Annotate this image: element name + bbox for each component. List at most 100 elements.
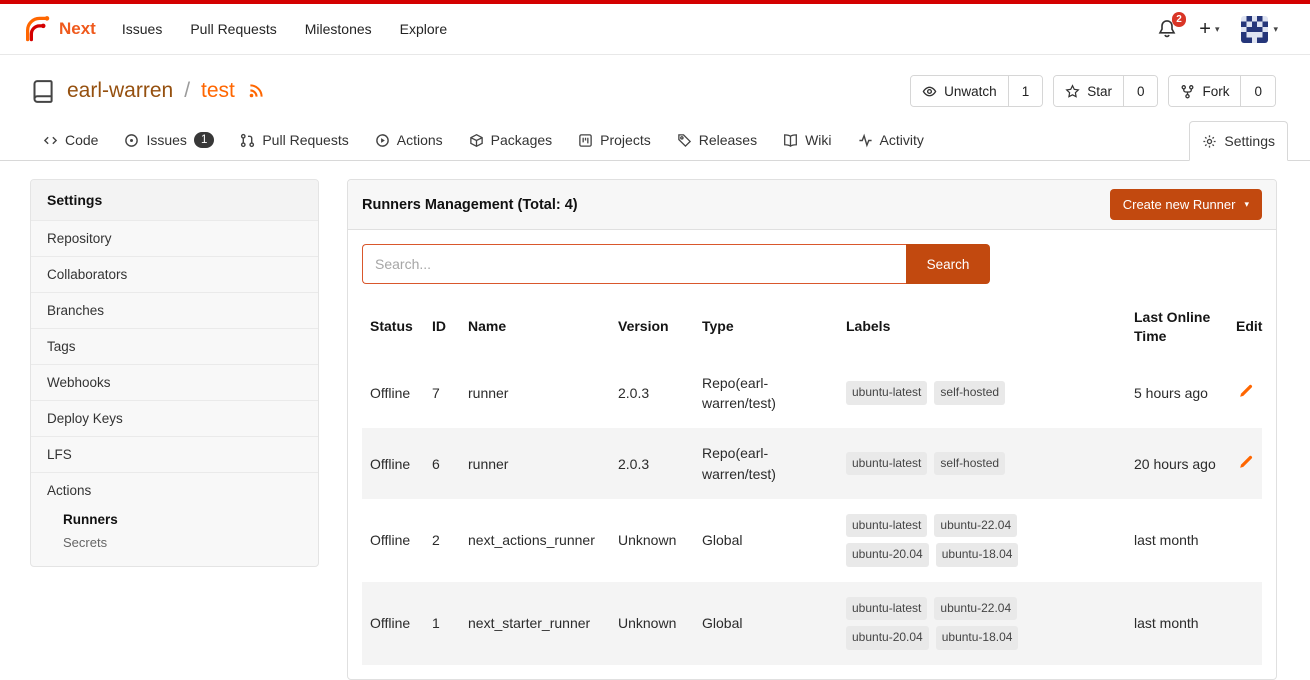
runner-label-chip: ubuntu-20.04	[846, 543, 929, 566]
repo-action-buttons: Unwatch 1 Star 0	[910, 75, 1276, 107]
sidebar-item-webhooks[interactable]: Webhooks	[31, 364, 318, 400]
runner-label-chip: ubuntu-20.04	[846, 626, 929, 649]
tab-settings[interactable]: Settings	[1189, 121, 1288, 161]
unwatch-button[interactable]: Unwatch	[911, 76, 1008, 106]
runner-label-chip: self-hosted	[934, 452, 1005, 475]
labels-cell: ubuntu-latestubuntu-22.04ubuntu-20.04ubu…	[838, 499, 1126, 582]
chevron-down-icon: ▾	[1244, 199, 1249, 210]
user-menu[interactable]: ▾	[1241, 16, 1278, 43]
tab-packages[interactable]: Packages	[456, 122, 565, 160]
repo-title: earl-warren / test	[30, 78, 265, 105]
star-button[interactable]: Star	[1054, 76, 1123, 106]
tab-wiki[interactable]: Wiki	[770, 122, 844, 160]
home-link[interactable]: Next	[22, 14, 96, 44]
col-labels: Labels	[838, 296, 1126, 358]
tab-code[interactable]: Code	[30, 122, 111, 160]
tab-issues[interactable]: Issues 1	[111, 122, 227, 160]
tab-projects[interactable]: Projects	[565, 122, 664, 160]
tab-activity[interactable]: Activity	[845, 122, 937, 160]
sidebar-item-deploy-keys[interactable]: Deploy Keys	[31, 400, 318, 436]
name-cell: runner	[460, 358, 610, 429]
create-new-dropdown[interactable]: + ▾	[1199, 19, 1219, 39]
star-icon	[1065, 84, 1080, 99]
notifications-button[interactable]: 2	[1157, 19, 1177, 39]
last-online-cell: last month	[1126, 582, 1228, 665]
search-button[interactable]: Search	[906, 244, 990, 284]
nav-item-issues[interactable]: Issues	[108, 4, 176, 55]
runner-row: Offline7runner2.0.3Repo(earl-warren/test…	[362, 358, 1262, 429]
runner-row: Offline1next_starter_runnerUnknownGlobal…	[362, 582, 1262, 665]
tab-pull-requests-label: Pull Requests	[262, 132, 348, 148]
search-input[interactable]	[362, 244, 906, 284]
nav-item-explore[interactable]: Explore	[386, 4, 461, 55]
sidebar-item-collaborators[interactable]: Collaborators	[31, 256, 318, 292]
edit-runner-button[interactable]	[1236, 453, 1255, 472]
gear-icon	[1202, 134, 1217, 149]
nav-item-milestones[interactable]: Milestones	[291, 4, 386, 55]
sidebar-subitem-secrets[interactable]: Secrets	[31, 531, 318, 554]
rss-feed-icon[interactable]	[247, 82, 265, 100]
sidebar-item-lfs[interactable]: LFS	[31, 436, 318, 472]
user-avatar	[1241, 16, 1268, 43]
tab-releases-label: Releases	[699, 132, 757, 148]
runners-panel-header: Runners Management (Total: 4) Create new…	[348, 180, 1276, 230]
chevron-down-icon: ▾	[1273, 24, 1278, 35]
tab-actions-label: Actions	[397, 132, 443, 148]
create-runner-label: Create new Runner	[1123, 197, 1236, 212]
panel-title: Runners Management (Total: 4)	[362, 197, 578, 213]
sidebar-item-tags[interactable]: Tags	[31, 328, 318, 364]
repo-tabs: Code Issues 1 Pull Requests Actions Pack…	[0, 121, 1310, 161]
brand-name: Next	[59, 19, 96, 39]
navbar: Next Issues Pull Requests Milestones Exp…	[0, 4, 1310, 55]
col-id: ID	[424, 296, 460, 358]
type-cell: Repo(earl-warren/test)	[694, 358, 838, 429]
pulse-icon	[858, 133, 873, 148]
runner-label-chip: ubuntu-22.04	[934, 514, 1017, 537]
create-runner-button[interactable]: Create new Runner ▾	[1110, 189, 1262, 220]
col-last-online: Last Online Time	[1126, 296, 1228, 358]
sidebar-item-branches[interactable]: Branches	[31, 292, 318, 328]
edit-cell	[1228, 358, 1262, 429]
version-cell: 2.0.3	[610, 358, 694, 429]
sidebar-subitem-runners[interactable]: Runners	[31, 508, 318, 531]
tab-pull-requests[interactable]: Pull Requests	[227, 122, 361, 160]
tab-code-label: Code	[65, 132, 98, 148]
runners-table: Status ID Name Version Type Labels Last …	[362, 296, 1262, 665]
last-online-cell: 20 hours ago	[1126, 428, 1228, 499]
package-icon	[469, 133, 484, 148]
sidebar-item-repository[interactable]: Repository	[31, 220, 318, 256]
tab-projects-label: Projects	[600, 132, 651, 148]
star-button-group: Star 0	[1053, 75, 1158, 107]
runner-label-chip: ubuntu-18.04	[936, 626, 1019, 649]
runner-label-chip: ubuntu-22.04	[934, 597, 1017, 620]
nav-item-pull-requests[interactable]: Pull Requests	[176, 4, 290, 55]
forks-count[interactable]: 0	[1240, 76, 1275, 106]
id-cell: 6	[424, 428, 460, 499]
version-cell: 2.0.3	[610, 428, 694, 499]
sidebar-item-actions[interactable]: Actions	[31, 472, 318, 508]
tab-actions[interactable]: Actions	[362, 122, 456, 160]
repo-owner-link[interactable]: earl-warren	[67, 79, 173, 103]
navbar-right: 2 + ▾ ▾	[1157, 16, 1288, 43]
status-cell: Offline	[362, 582, 424, 665]
edit-runner-button[interactable]	[1236, 382, 1255, 401]
watchers-count[interactable]: 1	[1008, 76, 1043, 106]
tab-releases[interactable]: Releases	[664, 122, 770, 160]
id-cell: 7	[424, 358, 460, 429]
issues-count-badge: 1	[194, 132, 214, 148]
repo-icon	[30, 78, 57, 105]
tab-activity-label: Activity	[880, 132, 924, 148]
content-area: Settings Repository Collaborators Branch…	[0, 161, 1310, 680]
runner-label-chip: ubuntu-latest	[846, 452, 927, 475]
stars-count[interactable]: 0	[1123, 76, 1158, 106]
fork-button[interactable]: Fork	[1169, 76, 1240, 106]
labels-cell: ubuntu-latestself-hosted	[838, 358, 1126, 429]
edit-cell	[1228, 582, 1262, 665]
sidebar-title: Settings	[31, 180, 318, 220]
runners-panel: Runners Management (Total: 4) Create new…	[347, 179, 1277, 680]
tab-wiki-label: Wiki	[805, 132, 831, 148]
repo-name-link[interactable]: test	[201, 79, 235, 103]
watch-button-group: Unwatch 1	[910, 75, 1043, 107]
id-cell: 2	[424, 499, 460, 582]
name-cell: runner	[460, 428, 610, 499]
